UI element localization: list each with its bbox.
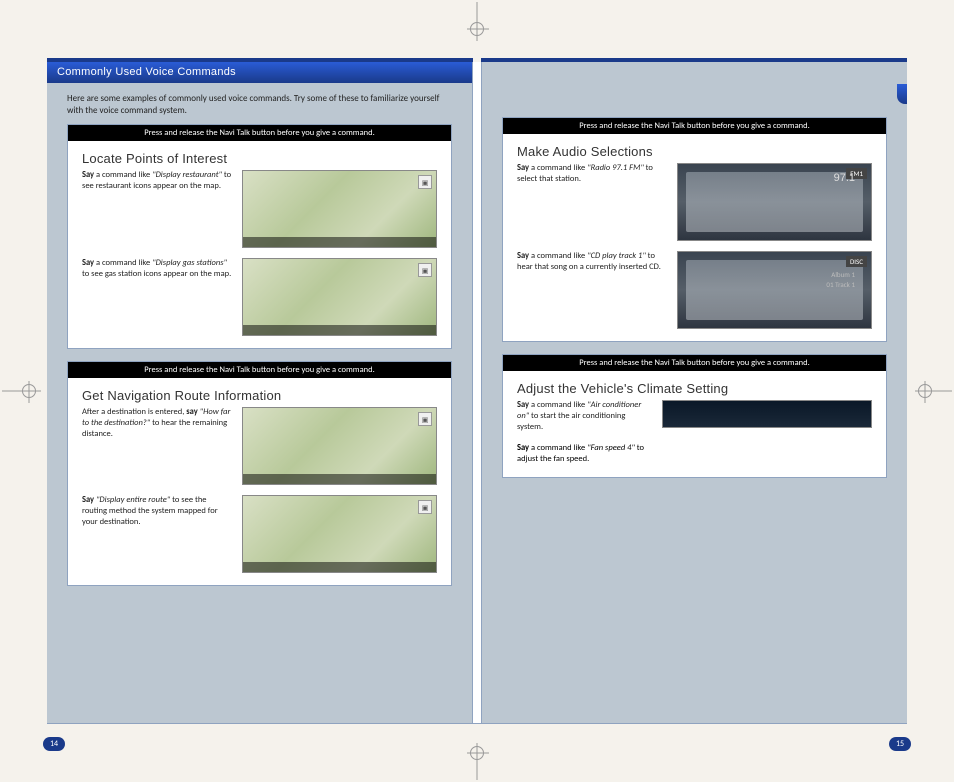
page-spread: Commonly Used Voice Commands Here are so… [47,58,907,724]
route-item-2: Say "Display entire route" to see the ro… [82,495,232,573]
map-screenshot-distance: ▣ [242,407,437,485]
frequency-display: 97.1 [834,172,855,184]
climate-item-2: Say a command like "Fan speed 4" to adju… [517,443,652,465]
page-number-left: 14 [43,737,65,751]
navi-instruction: Press and release the Navi Talk button b… [503,118,886,134]
disc-label: DISC [846,256,867,267]
poi-title: Locate Points of Interest [82,151,437,166]
route-item-1: After a destination is entered, say "How… [82,407,232,485]
registration-mark [918,384,932,398]
route-box: Press and release the Navi Talk button b… [67,361,452,586]
climate-title: Adjust the Vehicle's Climate Setting [517,381,872,396]
right-page: Press and release the Navi Talk button b… [481,62,907,723]
audio-item-1: Say a command like "Radio 97.1 FM" to se… [517,163,667,241]
intro-text: Here are some examples of commonly used … [47,83,472,124]
registration-mark [470,22,484,36]
tab-decoration [897,84,907,104]
audio-item-2: Say a command like "CD play track 1" to … [517,251,667,329]
track-label: 01 Track 1 [826,280,855,289]
audio-title: Make Audio Selections [517,144,872,159]
map-icon: ▣ [418,500,432,514]
climate-item-1: Say a command like "Air conditioner on" … [517,400,652,433]
map-icon: ▣ [418,175,432,189]
map-icon: ▣ [418,263,432,277]
map-screenshot-restaurant: ▣ [242,170,437,248]
route-title: Get Navigation Route Information [82,388,437,403]
registration-mark [470,746,484,760]
navi-instruction: Press and release the Navi Talk button b… [503,355,886,371]
album-label: Album 1 [831,270,855,279]
poi-item-2: Say a command like "Display gas stations… [82,258,232,336]
poi-box: Press and release the Navi Talk button b… [67,124,452,349]
left-page: Commonly Used Voice Commands Here are so… [47,62,473,723]
navi-instruction: Press and release the Navi Talk button b… [68,362,451,378]
map-screenshot-gas: ▣ [242,258,437,336]
map-icon: ▣ [418,412,432,426]
radio-screenshot: FM1 97.1 [677,163,872,241]
poi-item-1: Say a command like "Display restaurant" … [82,170,232,248]
audio-box: Press and release the Navi Talk button b… [502,117,887,342]
page-gutter [473,62,481,723]
climate-panel-photo [662,443,872,465]
section-title: Commonly Used Voice Commands [47,62,472,83]
map-screenshot-route: ▣ [242,495,437,573]
cd-screenshot: DISC Album 1 01 Track 1 [677,251,872,329]
page-number-right: 15 [889,737,911,751]
climate-display-strip [662,400,872,428]
navi-instruction: Press and release the Navi Talk button b… [68,125,451,141]
registration-mark [22,384,36,398]
climate-box: Press and release the Navi Talk button b… [502,354,887,478]
